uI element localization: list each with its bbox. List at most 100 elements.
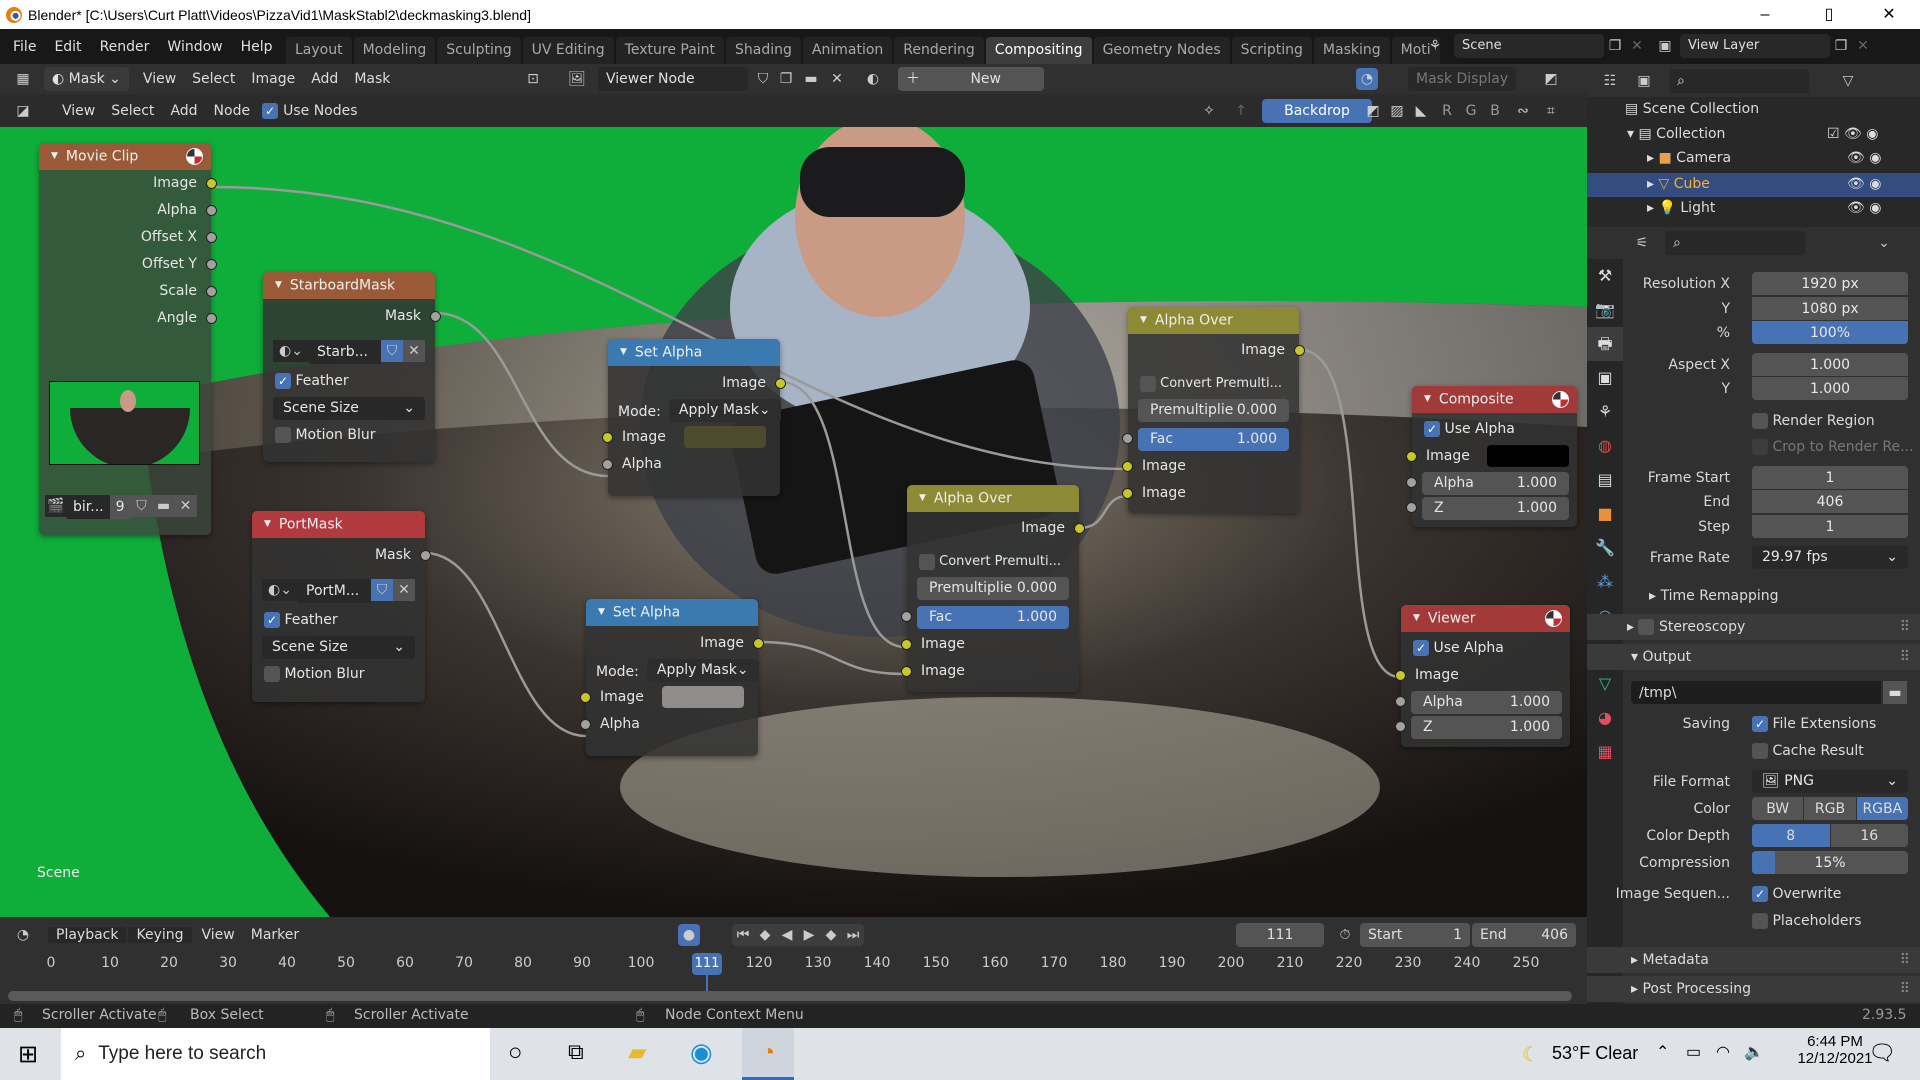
fake-user-shield-icon[interactable]: ⛉ <box>381 340 403 362</box>
image-menu-add[interactable]: Add <box>303 71 346 87</box>
premultiplied-field[interactable]: Premultiplie 0.000 <box>1138 399 1289 422</box>
end-frame-field[interactable]: End 406 <box>1472 922 1576 947</box>
chevron-down-icon[interactable]: ⌄ <box>1873 232 1895 254</box>
mask-name-field[interactable]: PortM... <box>298 579 371 603</box>
fake-user-shield-icon[interactable]: ⛉ <box>752 68 774 90</box>
overwrite-checkbox[interactable]: ✓ <box>1752 886 1768 902</box>
cache-result-checkbox[interactable] <box>1752 743 1768 759</box>
visibility-icons[interactable]: 👁 ◉ <box>1847 200 1881 216</box>
collapse-icon[interactable]: ▼ <box>1413 613 1420 623</box>
feather-checkbox[interactable]: ✓ <box>275 373 291 389</box>
mode-dropdown[interactable]: Apply Mask ⌄ <box>646 659 759 682</box>
set-alpha-node-1[interactable]: ▼ Set Alpha Image Mode: Apply Mask ⌄ Image … <box>602 339 786 496</box>
output-path-input[interactable]: /tmp\ <box>1631 681 1881 704</box>
image-name-field[interactable]: Viewer Node <box>598 67 748 91</box>
pivot-icon[interactable]: ⊡ <box>522 68 544 90</box>
timeline-menu-view[interactable]: View <box>194 927 243 943</box>
fac-field[interactable]: Fac 1.000 <box>901 606 1069 629</box>
mask-browse-icon[interactable]: ◐⌄ <box>273 340 309 362</box>
editor-type-icon[interactable]: ▦ <box>12 68 34 90</box>
delete-view-layer-icon[interactable]: ✕ <box>1852 35 1874 57</box>
play-icon[interactable]: ▶ <box>798 924 820 946</box>
socket[interactable] <box>206 286 217 297</box>
overlay-toggle-icon[interactable]: ◔ <box>1356 68 1378 90</box>
frame-start-field[interactable]: 1 <box>1752 466 1908 489</box>
socket[interactable] <box>775 378 786 389</box>
size-source-dropdown[interactable]: Scene Size ⌄ <box>273 397 425 420</box>
node-header[interactable]: ▼ Set Alpha <box>608 339 780 366</box>
timeline-scrollbar[interactable] <box>8 991 1572 1001</box>
task-view-icon[interactable]: ⧉ <box>568 1039 584 1065</box>
motion-blur-option[interactable]: Motion Blur <box>263 422 435 449</box>
node-header[interactable]: ▼ PortMask <box>252 511 425 538</box>
windows-start-icon[interactable]: ⊞ <box>18 1040 38 1069</box>
drag-handle-icon[interactable]: ⠿ <box>1900 614 1910 640</box>
collapse-icon[interactable]: ▼ <box>51 151 58 161</box>
display-mode-icon[interactable]: ▣ <box>1633 70 1655 92</box>
alpha-over-node-2[interactable]: ▼ Alpha Over Image Convert Premulti... Pr… <box>901 485 1085 692</box>
new-mask-button[interactable]: ＋ New <box>898 67 1044 91</box>
outliner-scene-collection[interactable]: ▤ Scene Collection <box>1625 101 1759 117</box>
output-panel[interactable]: ▾ Output ⠿ <box>1587 644 1920 670</box>
time-remapping-subpanel[interactable]: ▸ Time Remapping <box>1587 584 1920 608</box>
tab-rendering[interactable]: Rendering <box>894 37 984 64</box>
outliner-item-camera[interactable]: ▸ ■ Camera 👁 ◉ <box>1647 150 1920 166</box>
menu-help[interactable]: Help <box>232 39 282 55</box>
outliner-item-collection[interactable]: ▾ ▤ Collection ☑ 👁 ◉ <box>1627 126 1920 142</box>
node-header[interactable]: ▼ Alpha Over <box>1128 307 1299 334</box>
file-explorer-icon[interactable]: ▰ <box>628 1038 646 1067</box>
visibility-icons[interactable]: 👁 ◉ <box>1847 150 1881 166</box>
unlink-icon[interactable]: ✕ <box>174 495 197 517</box>
tab-animation[interactable]: Animation <box>802 37 893 64</box>
frame-rate-dropdown[interactable]: 29.97 fps ⌄ <box>1752 546 1908 569</box>
feather-checkbox[interactable]: ✓ <box>264 612 280 628</box>
frame-step-field[interactable]: 1 <box>1752 515 1908 538</box>
collapse-icon[interactable]: ▼ <box>620 347 627 357</box>
aspect-x-field[interactable]: 1.000 <box>1752 353 1908 376</box>
use-alpha-checkbox[interactable]: ✓ <box>1413 640 1429 656</box>
use-alpha-option[interactable]: ✓ Use Alpha <box>1401 635 1570 662</box>
drag-handle-icon[interactable]: ⠿ <box>1900 947 1910 973</box>
node-header[interactable]: ▼ StarboardMask <box>263 272 435 299</box>
collapse-icon[interactable]: ▼ <box>598 607 605 617</box>
backdrop-color-icon[interactable]: ▨ <box>1386 100 1408 122</box>
tab-masking[interactable]: Masking <box>1313 37 1390 64</box>
frame-ruler[interactable]: 0 10 20 30 40 50 60 70 80 90 100 120 130 140 150 160 170… <box>0 955 1587 977</box>
current-frame-field[interactable]: 111 <box>1236 922 1324 947</box>
post-processing-panel[interactable]: ▸ Post Processing ⠿ <box>1587 976 1920 1002</box>
color-bw-button[interactable]: BW <box>1752 797 1804 820</box>
collapse-icon[interactable]: ▼ <box>275 280 282 290</box>
node-header[interactable]: ▼ Viewer <box>1401 605 1570 632</box>
visibility-icons[interactable]: ☑ 👁 ◉ <box>1827 126 1878 142</box>
size-source-dropdown[interactable]: Scene Size ⌄ <box>262 636 415 659</box>
socket[interactable] <box>580 692 591 703</box>
properties-search-input[interactable]: ⌕ <box>1665 231 1805 255</box>
scene-icon[interactable]: ⚘ <box>1424 35 1446 57</box>
resolution-x-field[interactable]: 1920 px <box>1752 272 1908 295</box>
socket[interactable] <box>1395 696 1406 707</box>
socket[interactable] <box>420 550 431 561</box>
node-editor-type-icon[interactable]: ◪ <box>12 100 34 122</box>
view-layer-icon[interactable]: ▣ <box>1654 35 1676 57</box>
new-view-layer-icon[interactable]: ❐ <box>1830 35 1852 57</box>
collapse-icon[interactable]: ▼ <box>1140 315 1147 325</box>
file-format-dropdown[interactable]: 🖼 PNG ⌄ <box>1752 770 1908 793</box>
battery-icon[interactable]: ▭ <box>1686 1042 1701 1062</box>
motion-blur-checkbox[interactable] <box>275 427 291 443</box>
menu-file[interactable]: File <box>4 39 45 55</box>
properties-type-icon[interactable]: ⚟ <box>1631 232 1653 254</box>
node-menu-node[interactable]: Node <box>206 103 259 119</box>
parent-node-tree-icon[interactable]: ↑ <box>1230 100 1252 122</box>
tab-sculpting[interactable]: Sculpting <box>437 37 521 64</box>
duplicate-icon[interactable]: ❐ <box>775 68 797 90</box>
socket[interactable] <box>901 611 912 622</box>
stereoscopy-panel[interactable]: ▸ Stereoscopy ⠿ <box>1587 614 1920 640</box>
snap-icon[interactable]: ∾ <box>1512 100 1534 122</box>
drag-handle-icon[interactable]: ⠿ <box>1900 976 1910 1002</box>
use-nodes-checkbox[interactable]: ✓ <box>262 102 279 119</box>
socket[interactable] <box>206 205 217 216</box>
mask-name-field[interactable]: Starb... <box>309 340 381 364</box>
start-frame-field[interactable]: Start 1 <box>1360 922 1470 947</box>
image-menu-image[interactable]: Image <box>243 71 303 87</box>
tab-modeling[interactable]: Modeling <box>353 37 436 64</box>
